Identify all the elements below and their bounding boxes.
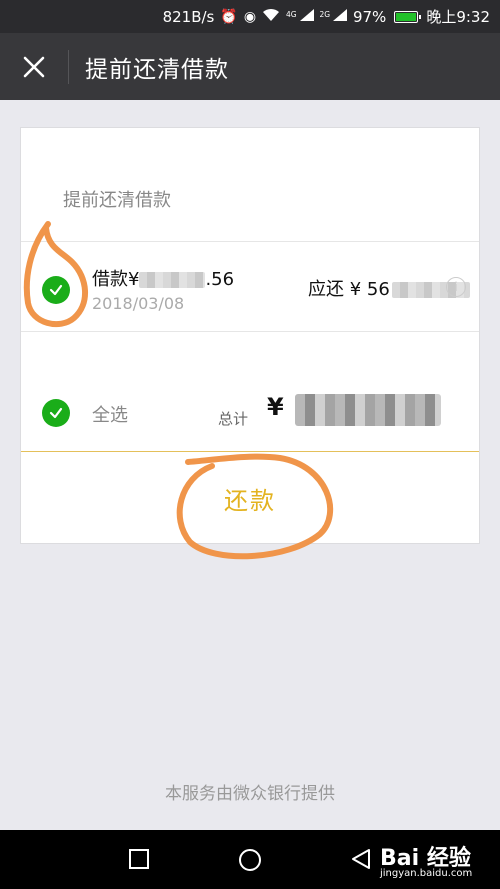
battery-icon	[394, 10, 422, 23]
info-icon[interactable]: i	[446, 277, 466, 297]
total-currency: ¥	[267, 393, 284, 421]
repay-card: 提前还清借款 借款¥ .56 2018/03/08 应还 ¥ 56 i 全选 总计…	[20, 127, 480, 544]
loan-name-suffix: .56	[205, 269, 235, 290]
section-title: 提前还清借款	[63, 190, 171, 211]
cell-signal-icon: 4G	[286, 9, 314, 24]
repay-button[interactable]: 还款	[21, 452, 479, 544]
baidu-watermark-url: jingyan.baidu.com	[380, 868, 473, 879]
clock: 晚上9:32	[426, 8, 490, 26]
eye-icon: ◉	[243, 8, 257, 25]
select-all-label[interactable]: 全选	[92, 401, 128, 427]
loan-name-prefix: 借款¥	[92, 269, 140, 290]
masked-total	[295, 394, 441, 426]
divider	[21, 241, 479, 242]
select-all-checkbox[interactable]	[42, 399, 70, 427]
due-prefix: 应还 ¥ 56	[308, 279, 390, 300]
net-speed: 821B/s	[162, 7, 215, 26]
close-icon	[23, 56, 45, 77]
signal-2g-label: 2G	[319, 10, 331, 19]
masked-amount	[139, 272, 206, 288]
wifi-icon	[262, 8, 280, 26]
provider-note: 本服务由微众银行提供	[165, 784, 335, 804]
check-icon	[49, 284, 63, 296]
nav-divider	[68, 49, 69, 84]
signal-4g-label: 4G	[286, 10, 297, 19]
check-icon	[49, 407, 63, 419]
page-title: 提前还清借款	[85, 56, 229, 83]
loan-name: 借款¥ .56	[92, 265, 234, 291]
close-button[interactable]	[0, 33, 68, 100]
cell-signal-2-icon: 2G	[320, 9, 347, 24]
recent-apps-icon[interactable]	[128, 848, 150, 870]
status-bar: 821B/s ⏰ ◉ 4G 2G 97% 晚上9:32	[0, 0, 500, 33]
home-icon[interactable]	[238, 848, 262, 872]
loan-checkbox[interactable]	[42, 276, 70, 304]
alarm-icon: ⏰	[220, 8, 238, 25]
loan-date: 2018/03/08	[92, 294, 185, 313]
back-icon[interactable]	[350, 848, 372, 870]
nav-bar: 提前还清借款	[0, 33, 500, 100]
divider	[21, 331, 479, 332]
battery-percent: 97%	[352, 7, 387, 26]
total-label: 总计	[218, 410, 249, 428]
